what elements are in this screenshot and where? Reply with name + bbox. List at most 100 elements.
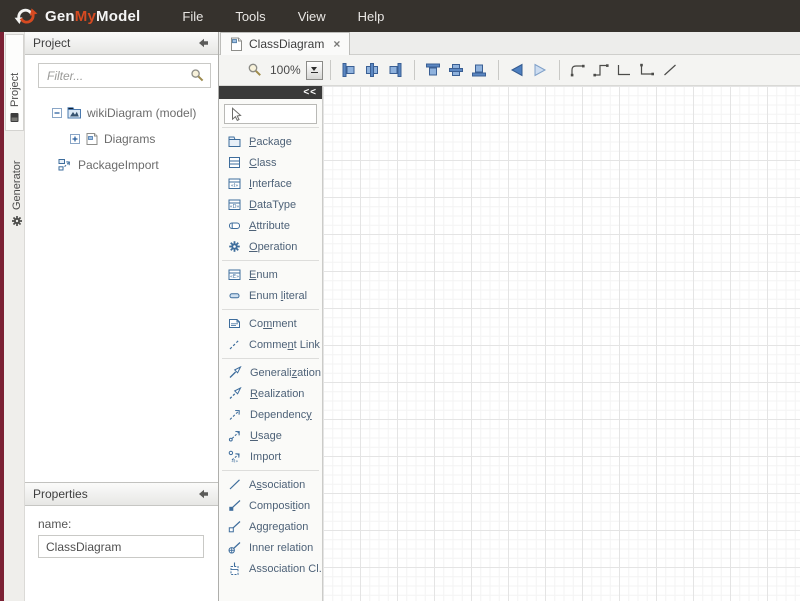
import-icon: «I» [228,450,242,463]
palette-item-generalization[interactable]: Generalization [219,362,322,383]
align-left-icon [341,62,357,78]
flip-left-button[interactable] [506,59,529,81]
edge-zigzag-icon [592,62,610,78]
zoom-button[interactable] [243,59,266,81]
edge-corner-ends-icon [638,62,656,78]
palette-item-usage[interactable]: Usage [219,425,322,446]
svg-text:«E»: «E» [230,274,239,280]
expander-plus-icon[interactable] [70,134,80,144]
edge-zigzag-button[interactable] [590,59,613,81]
usage-icon [228,429,242,442]
palette-item-package[interactable]: Package [219,131,322,152]
edge-straight-button[interactable] [659,59,682,81]
interface-icon: «I» [228,177,241,190]
palette-item-interface[interactable]: «I» Interface [219,173,322,194]
palette-item-operation[interactable]: Operation [219,236,322,257]
diagram-canvas[interactable] [323,86,800,601]
tree-node-wikidiagram-model[interactable]: wikiDiagram (model) [25,100,218,126]
collapse-project-panel-button[interactable] [196,37,210,49]
palette-item-class[interactable]: Class [219,152,322,173]
svg-text:«I»: «I» [231,459,238,463]
menu-file[interactable]: File [166,2,219,31]
expander-minus-icon[interactable] [52,108,62,118]
rail-tab-generator[interactable]: Generator [7,142,26,234]
align-middle-button[interactable] [445,59,468,81]
tab-classdiagram[interactable]: ClassDiagram × [220,32,350,55]
rail-tab-label: Project [9,73,21,107]
align-top-button[interactable] [422,59,445,81]
tab-close-button[interactable]: × [333,37,340,51]
edge-rounded-button[interactable] [567,59,590,81]
align-bottom-button[interactable] [468,59,491,81]
project-panel: Project wikiDiagram (model)DiagramsPacka… [25,32,218,482]
align-center-button[interactable] [361,59,384,81]
palette-item-composition[interactable]: Composition [219,495,322,516]
palette-item-comment[interactable]: Comment [219,313,322,334]
palette-item-label: Generalization [250,367,321,379]
flip-right-button[interactable] [529,59,552,81]
palette-item-label: Attribute [249,220,290,232]
palette-item-import[interactable]: «I»Import [219,446,322,467]
palette-item-datatype[interactable]: «D» DataType [219,194,322,215]
side-rail: Project Generator [4,32,25,601]
rail-tab-project[interactable]: Project [5,34,24,131]
generalization-icon [228,366,242,379]
palette-item-dependency[interactable]: Dependency [219,404,322,425]
align-bottom-icon [471,62,487,78]
association-icon [228,478,241,491]
align-center-icon [364,62,380,78]
palette-item-label: Enum literal [249,290,307,302]
align-right-button[interactable] [384,59,407,81]
menu-tools[interactable]: Tools [219,2,281,31]
tab-label: ClassDiagram [249,37,324,51]
palette-item-enum[interactable]: «E»Enum [219,264,322,285]
toolbar-separator [498,60,499,80]
cloud-logo-icon [12,5,39,27]
project-tree: wikiDiagram (model)DiagramsPackageImport [25,100,218,178]
edge-corner-ends-button[interactable] [636,59,659,81]
palette-divider [219,257,322,264]
selection-tool[interactable] [224,104,317,124]
name-field[interactable] [38,535,204,558]
class-diagram-icon [230,37,243,52]
properties-panel-title: Properties [33,487,196,501]
palette-item-realization[interactable]: Realization [219,383,322,404]
menu-help[interactable]: Help [342,2,401,31]
align-top-icon [425,62,441,78]
palette-item-attribute[interactable]: Attribute [219,215,322,236]
tree-node-packageimport[interactable]: PackageImport [25,152,218,178]
edge-corner-icon [615,62,633,78]
palette-item-label: Package [249,136,292,148]
top-menubar: GenMyModel FileToolsViewHelp [0,0,800,32]
palette-item-label: Association [249,479,305,491]
palette-item-comment-link[interactable]: Comment Link [219,334,322,355]
palette-item-inner-relation[interactable]: Inner relation [219,537,322,558]
collapse-properties-panel-button[interactable] [196,488,210,500]
triangle-right-icon [532,62,548,78]
align-middle-icon [448,62,464,78]
edge-corner-button[interactable] [613,59,636,81]
align-left-button[interactable] [338,59,361,81]
editor-area: ClassDiagram × 100% << Pac [218,32,800,601]
palette-item-label: Class [249,157,277,169]
package-import-icon [58,158,73,172]
editor-toolbar: 100% [219,55,800,86]
filter-input[interactable] [38,63,211,88]
editor-tabstrip: ClassDiagram × [219,32,800,55]
toolbar-separator [414,60,415,80]
tree-node-diagrams[interactable]: Diagrams [25,126,218,152]
palette-item-label: Interface [249,178,292,190]
realization-icon [228,387,242,400]
palette-item-association[interactable]: Association [219,474,322,495]
palette-collapse-button[interactable]: << [303,88,317,98]
datatype-icon: «D» [228,198,241,211]
zoom-dropdown-button[interactable] [306,61,323,80]
svg-text:«D»: «D» [230,204,240,210]
palette-item-label: DataType [249,199,296,211]
palette-item-association-cl[interactable]: Association Cl... [219,558,322,579]
magnifier-icon [247,62,263,78]
palette-item-enum-literal[interactable]: Enum literal [219,285,322,306]
palette-item-aggregation[interactable]: Aggregation [219,516,322,537]
menu-view[interactable]: View [282,2,342,31]
palette-items: Package Class «I» Interface «D» DataType Attri… [219,124,322,579]
